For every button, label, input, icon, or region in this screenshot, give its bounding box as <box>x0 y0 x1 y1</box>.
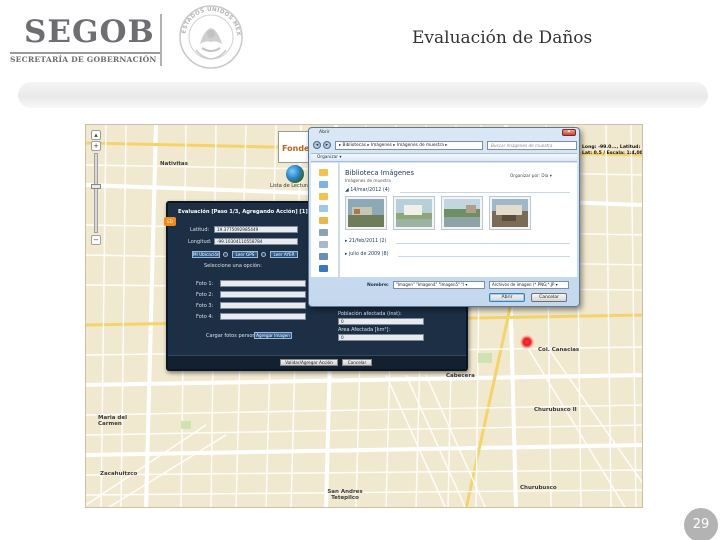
group-header[interactable]: ◢ 14/mar/2012 (4) <box>345 188 390 193</box>
photo-3-field[interactable] <box>220 302 306 309</box>
group-divider <box>396 243 570 244</box>
open-button[interactable]: Abrir <box>489 293 525 302</box>
read-gps-button[interactable]: Leer GPS <box>232 251 258 258</box>
map-label-zacahuitzco: Zacahuitzco <box>100 471 138 477</box>
dialog-toolbar: Organizar ▾ <box>311 153 577 162</box>
zoom-out-icon[interactable]: − <box>91 235 101 245</box>
navigation-pane <box>311 163 339 277</box>
zoom-in-icon[interactable]: + <box>91 141 101 151</box>
file-name-field[interactable]: "Imagen" "Imagen4" "Imagen5" "I ▾ <box>393 281 485 289</box>
zoom-slider[interactable] <box>91 153 101 233</box>
map-label-maria-del-carmen: Maria del Carmen <box>98 415 127 427</box>
address-bar[interactable]: ▸ Bibliotecas ▸ Imágenes ▸ Imágenes de m… <box>335 141 483 150</box>
logo-subtitle: SECRETARÍA DE GOBERNACIÓN <box>10 55 157 64</box>
photo-2-label: Foto 2: <box>196 292 214 298</box>
desktop-icon[interactable] <box>319 181 328 188</box>
globe-caption: Lista de Lectura <box>270 183 311 189</box>
group-divider <box>398 256 570 257</box>
national-seal-icon: ESTADOS UNIDOS MEXICANOS <box>178 4 243 69</box>
population-field[interactable]: 0 <box>338 318 424 325</box>
radio-1[interactable] <box>223 252 228 257</box>
order-by-menu[interactable]: Organizar por: Día ▾ <box>510 173 552 178</box>
network-icon[interactable] <box>319 265 328 272</box>
organize-menu[interactable]: Organizar ▾ <box>317 155 342 160</box>
segob-logo: SEGOB <box>24 14 155 50</box>
file-name-label: Nombre: <box>367 283 389 288</box>
folder-icon[interactable] <box>319 169 328 176</box>
dialog-title: Abrir <box>319 130 330 135</box>
group-divider <box>400 192 570 193</box>
section-label: Seleccione una opción: <box>204 263 262 269</box>
area-field[interactable]: 0 <box>338 334 424 341</box>
add-image-button[interactable]: Agregar Imagen <box>254 332 292 339</box>
pan-up-icon[interactable]: ▴ <box>91 130 101 140</box>
location-marker-icon[interactable] <box>520 335 534 349</box>
drive-icon[interactable] <box>319 241 328 248</box>
latitude-field[interactable]: 19.3775092985449 <box>214 226 298 233</box>
image-thumbnail[interactable] <box>489 196 531 230</box>
map-navigation: ▴ + − <box>89 129 103 246</box>
photo-1-field[interactable] <box>220 280 306 287</box>
dialog-bottom-bar: Nombre: "Imagen" "Imagen4" "Imagen5" "I … <box>311 278 577 306</box>
population-label: Población afectada (inst): <box>338 311 402 317</box>
file-type-select[interactable]: Archivos de imagen (*.PNG;*.JP ▾ <box>489 281 569 289</box>
zoom-knob[interactable] <box>91 184 101 189</box>
close-icon[interactable]: ✕ <box>562 129 576 136</box>
cancel-button[interactable]: Cancelar <box>531 293 567 302</box>
documents-icon[interactable] <box>319 205 328 212</box>
panel-tab[interactable]: ED <box>164 217 176 226</box>
image-thumbnail[interactable] <box>345 196 387 230</box>
panel-title: Evaluación [Paso 1/3, Agregando Acción] … <box>178 209 308 215</box>
map-label-san-andres: San Andres Tetepilco <box>327 489 363 501</box>
header-divider <box>160 14 162 66</box>
latitude-label: Latitud: <box>190 227 210 233</box>
forward-icon[interactable]: ▸ <box>323 141 331 149</box>
photo-4-field[interactable] <box>220 313 306 320</box>
area-label: Area Afectada [km²]: <box>338 327 391 333</box>
slide: SEGOB SECRETARÍA DE GOBERNACIÓN ESTADOS … <box>0 0 720 540</box>
panel-footer: Validar/Agregar Acción Cancelar <box>168 355 466 369</box>
coordinates-readout: Long: -99.0..., Latitud: 19.3775 Lat: 0.… <box>582 145 642 156</box>
validate-add-button[interactable]: Validar/Agregar Acción <box>280 359 338 366</box>
image-thumbnail[interactable] <box>441 196 483 230</box>
map-label-churubusco-ii: Churubusco II <box>534 407 577 413</box>
application-screenshot: ▴ + − Fonden Lista de Lectura Long: -99.… <box>85 124 643 508</box>
map-label-marker: Col. Canacias <box>538 347 580 353</box>
search-input[interactable]: Buscar Imágenes de muestra <box>487 141 577 150</box>
library-subtitle: Imágenes de muestra <box>345 178 391 183</box>
libraries-icon[interactable] <box>319 193 328 200</box>
cancel-action-button[interactable]: Cancelar <box>342 359 372 366</box>
photo-2-field[interactable] <box>220 291 306 298</box>
photo-1-label: Foto 1: <box>196 281 214 287</box>
library-title: Biblioteca Imágenes <box>345 169 415 177</box>
open-file-dialog: Abrir ✕ ◂ ▸ ▸ Bibliotecas ▸ Imágenes ▸ I… <box>308 127 580 307</box>
back-icon[interactable]: ◂ <box>313 141 321 149</box>
logo-rule <box>10 52 160 54</box>
globe-icon[interactable] <box>286 165 304 183</box>
group-header[interactable]: ▸ 21/feb/2011 (2) <box>345 239 386 244</box>
network-icon[interactable] <box>319 253 328 260</box>
radio-2[interactable] <box>261 252 266 257</box>
file-list: Biblioteca Imágenes Imágenes de muestra … <box>340 163 577 277</box>
slide-title: Evaluación de Daños <box>412 28 593 48</box>
longitude-label: Longitud: <box>188 239 212 245</box>
group-header[interactable]: ▸ julio de 2009 (8) <box>345 252 388 257</box>
longitude-field[interactable]: -99.10304110558784 <box>214 238 298 245</box>
header-band <box>18 82 708 108</box>
image-thumbnail[interactable] <box>393 196 435 230</box>
map-label-churubusco: Churubusco <box>520 485 557 491</box>
map-label-nativitas: Nativitas <box>160 161 188 167</box>
photo-4-label: Foto 4: <box>196 314 214 320</box>
pictures-icon[interactable] <box>319 217 328 224</box>
my-location-button[interactable]: Mi Ubicación <box>192 251 220 258</box>
page-number: 29 <box>684 508 718 540</box>
read-yesterday-button[interactable]: Leer AYER <box>270 251 298 258</box>
computer-icon[interactable] <box>319 229 328 236</box>
photo-3-label: Foto 3: <box>196 303 214 309</box>
